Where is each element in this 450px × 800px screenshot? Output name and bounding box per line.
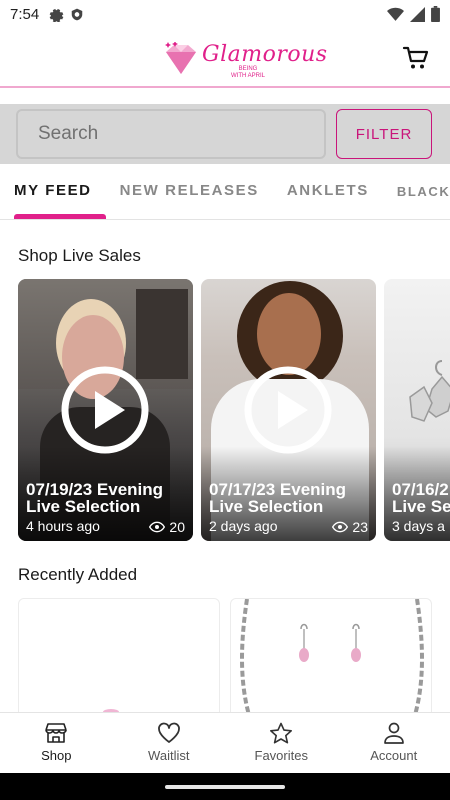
earring-image	[409, 360, 450, 422]
live-sale-card[interactable]: 07/17/23 Evening Live Selection 2 days a…	[201, 279, 376, 541]
eye-icon	[332, 521, 349, 533]
status-left-icons	[49, 7, 84, 22]
nav-shop[interactable]: Shop	[0, 713, 113, 773]
live-sale-views: 23	[332, 519, 368, 535]
app-header: Glamorous BEING WITH APRIL	[0, 28, 450, 88]
nav-shop-label: Shop	[41, 748, 72, 763]
signal-icon	[410, 6, 425, 22]
live-sale-time: 4 hours ago	[26, 518, 100, 534]
tab-anklets[interactable]: ANKLETS	[273, 164, 383, 219]
person-icon	[383, 722, 404, 744]
tab-black-pink[interactable]: BLACK/PI	[383, 164, 450, 219]
recently-added-heading: Recently Added	[18, 565, 138, 584]
nav-favorites-label: Favorites	[254, 748, 308, 763]
play-icon[interactable]	[244, 366, 332, 454]
live-sale-views: 20	[149, 519, 185, 535]
nav-waitlist-label: Waitlist	[148, 748, 190, 763]
live-sale-title: 07/19/23 Evening Live Selection	[26, 480, 164, 516]
system-navigation-bar	[0, 773, 450, 800]
nav-account[interactable]: Account	[338, 713, 450, 773]
model-face	[257, 293, 321, 375]
nav-favorites[interactable]: Favorites	[225, 713, 338, 773]
nav-account-label: Account	[370, 748, 418, 763]
filter-button[interactable]: FILTER	[336, 109, 432, 159]
live-sale-title: 07/17/23 Evening Live Selection	[209, 480, 347, 516]
home-gesture-handle[interactable]	[165, 785, 285, 789]
tab-my-feed[interactable]: MY FEED	[0, 164, 106, 219]
search-input[interactable]	[16, 109, 326, 159]
live-sale-title: 07/16/2 Live Se	[392, 481, 450, 515]
wifi-icon	[387, 7, 404, 21]
status-time: 7:54	[10, 5, 40, 23]
product-card[interactable]	[230, 598, 432, 714]
category-tabs: MY FEED NEW RELEASES ANKLETS BLACK/PI	[0, 164, 450, 220]
star-icon	[270, 722, 293, 744]
product-card[interactable]	[18, 598, 220, 714]
eye-icon	[149, 521, 166, 533]
live-sale-card[interactable]: 07/16/2 Live Se 3 days a	[384, 279, 450, 541]
necklace-image	[240, 599, 424, 713]
logo-text: Glamorous	[202, 42, 328, 67]
battery-icon	[431, 6, 440, 22]
heart-icon	[157, 722, 180, 743]
live-sale-card[interactable]: 07/19/23 Evening Live Selection 4 hours …	[18, 279, 193, 541]
store-icon	[45, 723, 68, 743]
brand-logo[interactable]: Glamorous BEING WITH APRIL	[162, 36, 327, 82]
tab-new-releases[interactable]: NEW RELEASES	[106, 164, 273, 219]
view-count: 23	[352, 519, 368, 535]
play-icon[interactable]	[61, 366, 149, 454]
recently-added-list	[18, 598, 450, 714]
live-sales-heading: Shop Live Sales	[18, 246, 141, 265]
search-bar: FILTER	[0, 104, 450, 164]
live-sale-time: 3 days a	[392, 518, 445, 534]
live-sale-time: 2 days ago	[209, 518, 278, 534]
shield-icon	[71, 8, 83, 20]
settings-icon	[49, 8, 64, 22]
nav-waitlist[interactable]: Waitlist	[113, 713, 226, 773]
bottom-navigation: Shop Waitlist Favorites Account	[0, 712, 450, 773]
view-count: 20	[169, 519, 185, 535]
status-right-icons	[387, 6, 440, 22]
diamond-icon	[165, 42, 196, 74]
live-sale-title-line2: Live Se	[392, 497, 450, 515]
status-bar: 7:54	[0, 0, 450, 28]
cart-icon[interactable]	[402, 44, 430, 72]
logo-subtext: BEING WITH APRIL	[231, 66, 266, 79]
live-sales-carousel: 07/19/23 Evening Live Selection 4 hours …	[18, 279, 450, 541]
